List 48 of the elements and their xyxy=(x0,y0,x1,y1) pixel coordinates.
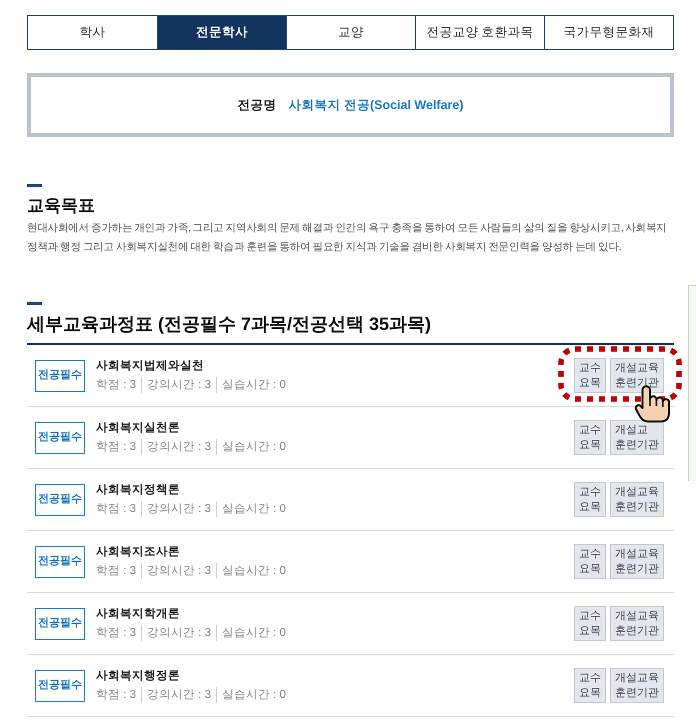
course-detail: 실습시간 : 0 xyxy=(216,687,286,703)
section-heading: 교육목표 xyxy=(27,195,96,217)
category-badge: 전공필수 xyxy=(35,360,85,392)
institution-button[interactable]: 개설교육 훈련기관 xyxy=(610,606,664,641)
syllabus-button[interactable]: 교수 요목 xyxy=(574,420,606,455)
course-detail: 학점 : 3 xyxy=(96,626,136,641)
category-badge: 전공필수 xyxy=(35,484,85,516)
course-name: 사회복지학개론 xyxy=(96,607,180,622)
course-detail: 학점 : 3 xyxy=(96,688,136,703)
category-badge: 전공필수 xyxy=(35,608,85,640)
syllabus-button[interactable]: 교수 요목 xyxy=(574,544,606,579)
institution-button[interactable]: 개설교육 훈련기관 xyxy=(610,668,664,703)
course-detail: 학점 : 3 xyxy=(96,440,136,455)
course-name: 사회복지정책론 xyxy=(96,483,180,498)
category-badge: 전공필수 xyxy=(35,546,85,578)
course-detail: 실습시간 : 0 xyxy=(216,625,286,641)
course-detail: 학점 : 3 xyxy=(96,564,136,579)
major-name: 사회복지 전공(Social Welfare) xyxy=(288,96,464,114)
course-name: 사회복지조사론 xyxy=(96,545,180,560)
course-detail: 실습시간 : 0 xyxy=(216,563,286,579)
syllabus-button[interactable]: 교수 요목 xyxy=(574,482,606,517)
institution-button[interactable]: 개설교육 훈련기관 xyxy=(610,482,664,517)
course-detail: 실습시간 : 0 xyxy=(216,377,286,393)
major-label: 전공명 xyxy=(237,96,276,114)
tab[interactable]: 전문학사 xyxy=(157,16,286,49)
course-name: 사회복지행정론 xyxy=(96,669,180,684)
syllabus-button[interactable]: 교수 요목 xyxy=(574,668,606,703)
course-detail: 강의시간 : 3 xyxy=(140,439,211,455)
course-detail: 강의시간 : 3 xyxy=(140,625,211,641)
syllabus-button[interactable]: 교수 요목 xyxy=(574,606,606,641)
course-detail: 강의시간 : 3 xyxy=(140,563,211,579)
institution-button[interactable]: 개설교육 훈련기관 xyxy=(610,358,664,393)
course-detail: 학점 : 3 xyxy=(96,378,136,393)
course-detail: 강의시간 : 3 xyxy=(140,687,211,703)
course-detail: 실습시간 : 0 xyxy=(216,439,286,455)
syllabus-button[interactable]: 교수 요목 xyxy=(574,358,606,393)
category-badge: 전공필수 xyxy=(35,422,85,454)
course-detail: 강의시간 : 3 xyxy=(140,501,211,517)
category-badge: 전공필수 xyxy=(35,670,85,702)
course-detail: 학점 : 3 xyxy=(96,502,136,517)
objective-paragraph: 현대사회에서 증가하는 개인과 가족, 그리고 지역사회의 문제 해결과 인간의 욕구 충족을 통하여 모든 사람들의 삶의 질을 향상시키고, 사회복지 정책과 행정 그리고 사회복지실천에 대한 학습과 훈련을 통하여 필요한 지식과 기술을 겸비한 사회복지 전문인력을 양성하 는데 있다. xyxy=(27,221,668,255)
course-detail: 강의시간 : 3 xyxy=(140,377,211,393)
course-detail: 실습시간 : 0 xyxy=(216,501,286,517)
institution-button[interactable]: 개설교 훈련기관 xyxy=(610,420,664,455)
course-name: 사회복지실천론 xyxy=(96,421,180,436)
institution-button[interactable]: 개설교육 훈련기관 xyxy=(610,544,664,579)
course-name: 사회복지법제와실천 xyxy=(96,359,204,374)
section-heading: 세부교육과정표 (전공필수 7과목/전공선택 35과목) xyxy=(27,313,432,336)
